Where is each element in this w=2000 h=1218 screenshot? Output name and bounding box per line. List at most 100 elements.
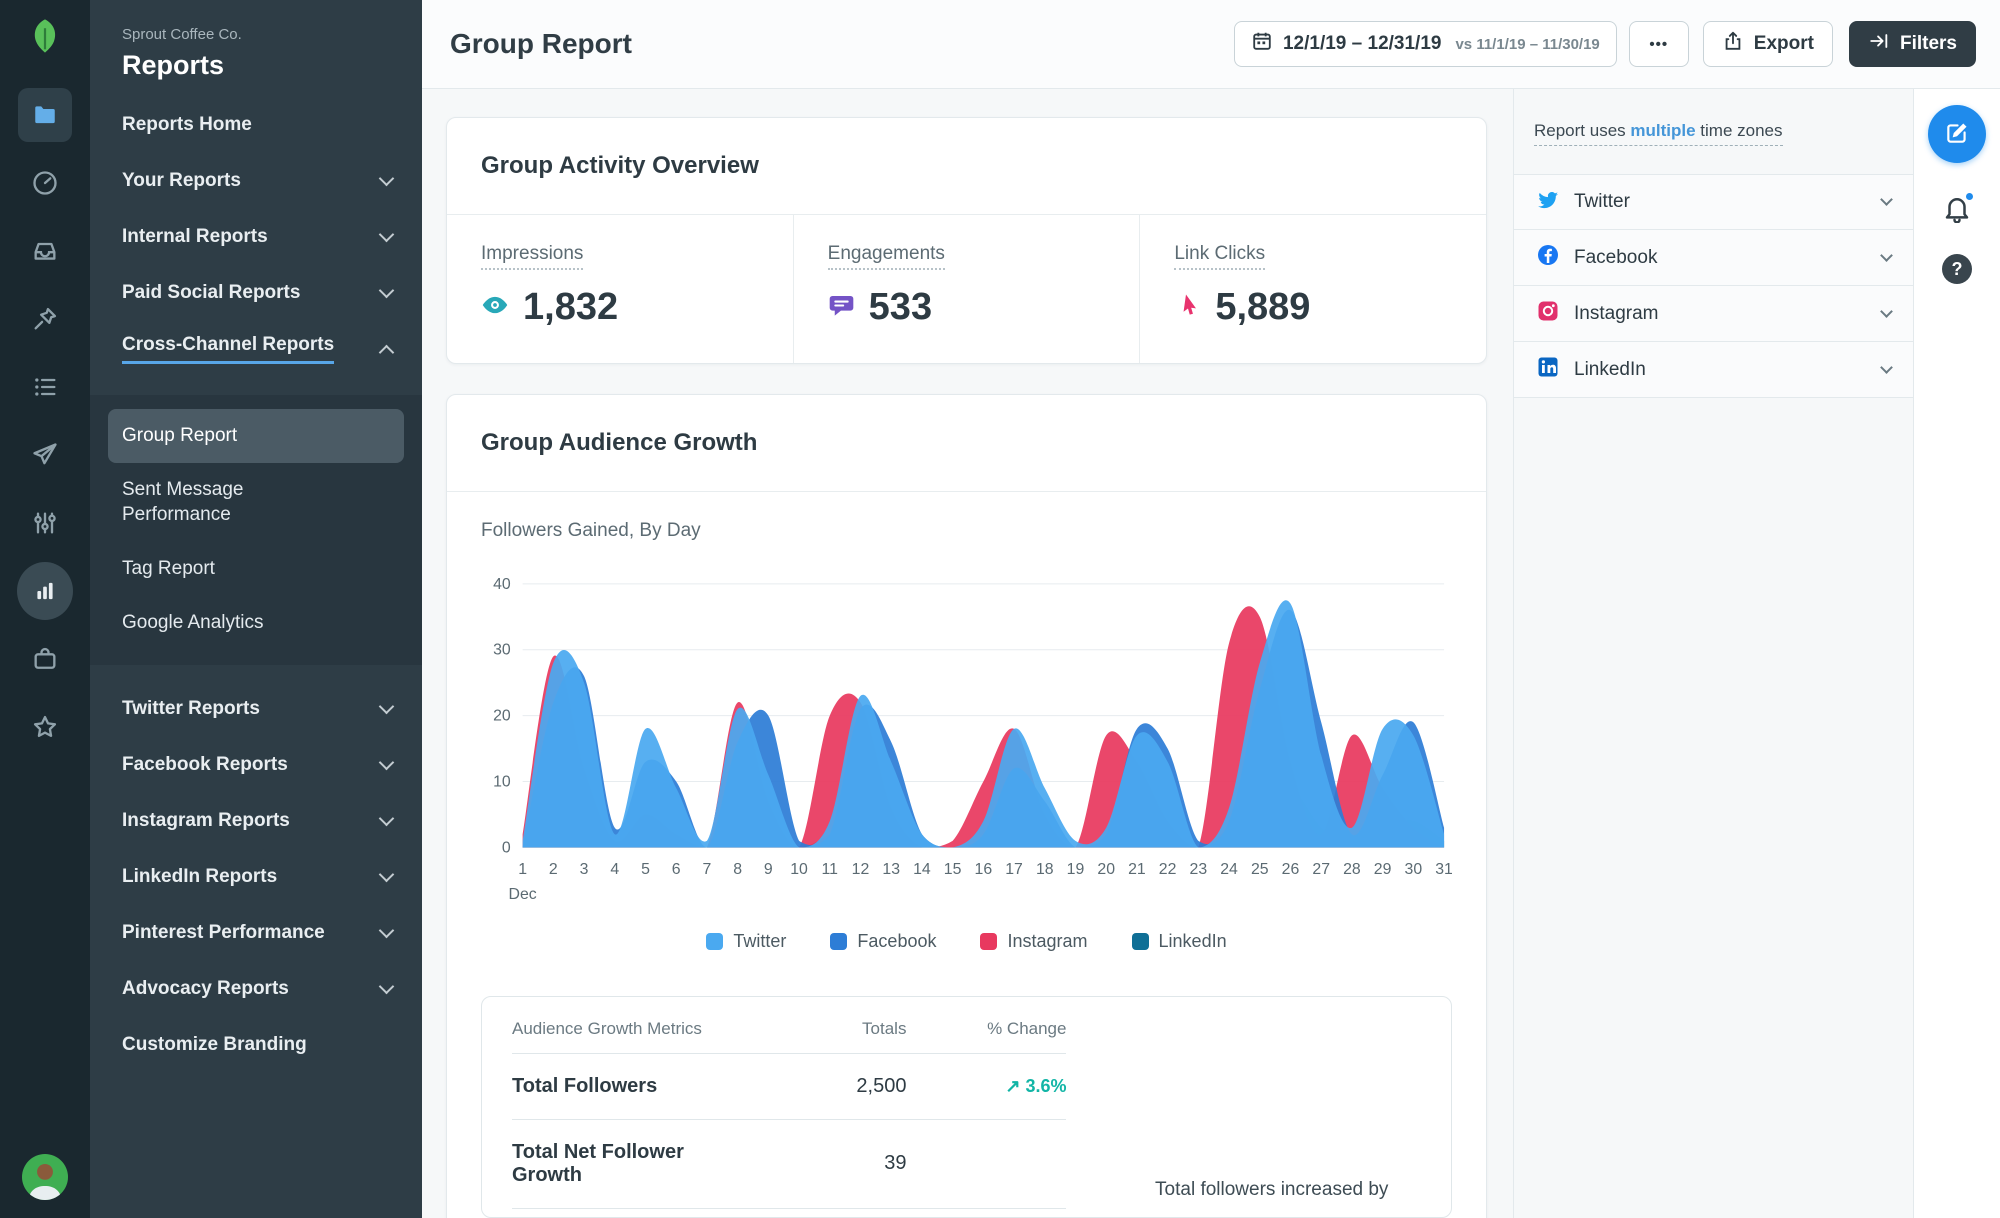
sidebar-item-customize-branding[interactable]: Customize Branding — [90, 1017, 422, 1073]
compose-button[interactable] — [1928, 105, 1986, 163]
sidebar-item-reports-home[interactable]: Reports Home — [90, 97, 422, 153]
metric-value: 5,889 — [1215, 286, 1311, 328]
svg-text:2: 2 — [549, 861, 558, 878]
facebook-icon — [1536, 243, 1560, 272]
notifications-bell-icon[interactable] — [1942, 191, 1975, 228]
cross-channel-submenu: Group Report Sent Message Performance Ta… — [90, 395, 422, 666]
sidebar-item-twitter-reports[interactable]: Twitter Reports — [90, 681, 422, 737]
legend-item-instagram[interactable]: Instagram — [980, 931, 1088, 952]
sidebar-item-pinterest-performance[interactable]: Pinterest Performance — [90, 905, 422, 961]
chevron-down-icon[interactable] — [1880, 304, 1893, 318]
reviews-star-icon[interactable] — [17, 699, 73, 755]
sidebar-item-your-reports[interactable]: Your Reports — [90, 153, 422, 209]
sidebar-subitem-sent-message-performance[interactable]: Sent Message Performance — [108, 463, 404, 542]
sidebar-item-paid-social-reports[interactable]: Paid Social Reports — [90, 265, 422, 321]
svg-text:14: 14 — [913, 861, 931, 878]
svg-text:10: 10 — [790, 861, 808, 878]
svg-text:0: 0 — [502, 839, 511, 856]
list-icon[interactable] — [17, 359, 73, 415]
chevron-down-icon — [378, 978, 395, 995]
sidebar-item-instagram-reports[interactable]: Instagram Reports — [90, 793, 422, 849]
timezone-link[interactable]: multiple — [1630, 121, 1695, 140]
metric-engagements: Engagements 533 — [792, 215, 1140, 363]
sidebar-item-facebook-reports[interactable]: Facebook Reports — [90, 737, 422, 793]
date-range-button[interactable]: 12/1/19 – 12/31/19 vs 11/1/19 – 11/30/19 — [1233, 21, 1617, 67]
svg-text:8: 8 — [733, 861, 742, 878]
sprout-logo-icon[interactable] — [25, 16, 65, 61]
sidebar-item-internal-reports[interactable]: Internal Reports — [90, 209, 422, 265]
chevron-down-icon — [378, 922, 395, 939]
listening-levels-icon[interactable] — [17, 495, 73, 551]
table-header: Totals — [862, 1018, 907, 1038]
metric-label[interactable]: Impressions — [481, 243, 584, 270]
network-row-twitter[interactable]: Twitter — [1514, 174, 1913, 230]
reports-folder-icon[interactable] — [17, 87, 73, 143]
utility-rail: ? — [1913, 89, 2000, 1218]
sidebar-item-linkedin-reports[interactable]: LinkedIn Reports — [90, 849, 422, 905]
metric-label[interactable]: Engagements — [827, 243, 945, 270]
active-reports-highlight — [17, 562, 73, 620]
filters-icon — [1868, 30, 1890, 58]
eye-icon — [481, 291, 509, 324]
inbox-icon[interactable] — [17, 223, 73, 279]
growth-summary: Total followers increased by 3.6% — [1092, 997, 1451, 1217]
send-plane-icon[interactable] — [17, 427, 73, 483]
sidebar-subitem-google-analytics[interactable]: Google Analytics — [108, 596, 404, 650]
chevron-down-icon[interactable] — [1880, 360, 1893, 374]
app-icon-rail — [0, 0, 90, 1218]
main-area: Group Report 12/1/19 – 12/31/19 vs 11/1/… — [422, 0, 2000, 1218]
reports-bars-icon[interactable] — [17, 562, 73, 620]
active-section-tile — [18, 88, 72, 142]
sidebar-subitem-tag-report[interactable]: Tag Report — [108, 542, 404, 596]
svg-text:6: 6 — [672, 861, 681, 878]
compose-pencil-icon — [1944, 120, 1970, 149]
chevron-down-icon — [378, 170, 395, 187]
svg-text:17: 17 — [1005, 861, 1023, 878]
sidebar-item-advocacy-reports[interactable]: Advocacy Reports — [90, 961, 422, 1017]
notification-dot — [1964, 191, 1975, 202]
table-row: Total Net Follower Growth 39 — [512, 1120, 1067, 1209]
chart-legend: Twitter Facebook Instagram LinkedIn — [481, 931, 1452, 952]
export-button[interactable]: Export — [1702, 21, 1833, 67]
network-row-instagram[interactable]: Instagram — [1514, 286, 1913, 342]
svg-text:21: 21 — [1128, 861, 1146, 878]
svg-text:10: 10 — [493, 773, 511, 790]
filters-button[interactable]: Filters — [1848, 21, 1976, 67]
summary-text: Total followers increased by — [1155, 1178, 1389, 1200]
linkedin-icon — [1536, 355, 1560, 384]
chevron-down-icon[interactable] — [1880, 193, 1893, 206]
chevron-down-icon — [378, 226, 395, 243]
legend-swatch — [830, 932, 848, 950]
help-icon[interactable]: ? — [1942, 254, 1972, 284]
legend-item-facebook[interactable]: Facebook — [830, 931, 936, 952]
svg-text:20: 20 — [493, 708, 511, 725]
metric-label[interactable]: Link Clicks — [1174, 243, 1266, 270]
app-window: Sprout Coffee Co. Reports Reports Home Y… — [0, 0, 2000, 1218]
chevron-down-icon[interactable] — [1880, 248, 1893, 262]
legend-item-twitter[interactable]: Twitter — [706, 931, 786, 952]
page-title: Group Report — [450, 28, 632, 59]
svg-text:1: 1 — [518, 861, 527, 878]
svg-text:23: 23 — [1190, 861, 1208, 878]
svg-text:15: 15 — [944, 861, 962, 878]
chevron-down-icon — [378, 810, 395, 827]
dashboard-gauge-icon[interactable] — [17, 155, 73, 211]
twitter-icon — [1536, 188, 1560, 217]
chevron-down-icon — [378, 754, 395, 771]
legend-item-linkedin[interactable]: LinkedIn — [1131, 931, 1227, 952]
network-row-linkedin[interactable]: LinkedIn — [1514, 342, 1913, 398]
network-row-facebook[interactable]: Facebook — [1514, 230, 1913, 286]
calendar-icon — [1251, 30, 1273, 58]
sidebar-subitem-group-report[interactable]: Group Report — [108, 409, 404, 463]
group-audience-growth-card: Group Audience Growth Followers Gained, … — [446, 394, 1487, 1218]
pin-icon[interactable] — [17, 291, 73, 347]
shop-bag-icon[interactable] — [17, 631, 73, 687]
svg-text:40: 40 — [493, 576, 511, 593]
user-avatar[interactable] — [22, 1154, 68, 1200]
card-title: Group Audience Growth — [447, 395, 1486, 492]
svg-text:28: 28 — [1343, 861, 1361, 878]
svg-text:13: 13 — [882, 861, 900, 878]
svg-text:19: 19 — [1067, 861, 1085, 878]
more-options-button[interactable]: ••• — [1628, 21, 1689, 67]
sidebar-item-cross-channel-reports[interactable]: Cross-Channel Reports — [90, 321, 422, 377]
